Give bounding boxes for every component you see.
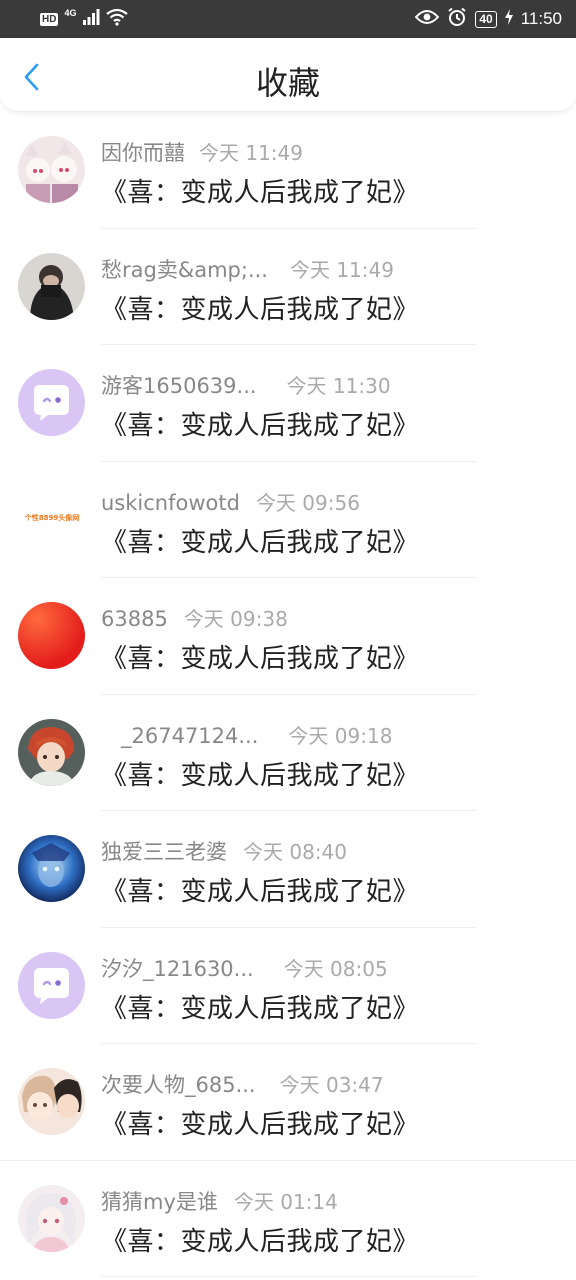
list-item[interactable]: 独爱三三老婆 今天 08:40 《喜：变成人后我成了妃》 xyxy=(0,811,576,928)
username: 游客1650639... xyxy=(101,374,257,398)
user-avatar[interactable]: 个性8899头像网 xyxy=(18,485,85,553)
item-title: 《喜：变成人后我成了妃》 xyxy=(101,993,420,1024)
chat-bubble-icon xyxy=(18,369,85,436)
item-title: 《喜：变成人后我成了妃》 xyxy=(101,294,420,325)
username: 独爱三三老婆 xyxy=(101,840,227,864)
username: 汐汐_121630... xyxy=(101,956,254,981)
user-avatar[interactable] xyxy=(18,136,85,203)
user-avatar[interactable] xyxy=(18,252,85,320)
status-right: 40 11:50 xyxy=(415,7,562,31)
user-avatar[interactable] xyxy=(18,602,85,669)
username: uskicnfowotd xyxy=(101,490,240,515)
timestamp: 今天 03:47 xyxy=(279,1073,384,1097)
list-item[interactable]: 愁rag卖&amp;... 今天 11:49 《喜：变成人后我成了妃》 xyxy=(0,229,576,345)
timestamp: 今天 09:18 xyxy=(288,723,393,748)
timestamp: 今天 08:05 xyxy=(283,956,388,981)
user-avatar[interactable] xyxy=(18,1184,85,1252)
item-title: 《喜：变成人后我成了妃》 xyxy=(101,760,420,791)
signal-icon xyxy=(82,9,100,29)
username: 愁rag卖&amp;... xyxy=(101,257,268,282)
list-item[interactable]: 汐汐_121630... 今天 08:05 《喜：变成人后我成了妃》 xyxy=(0,928,576,1044)
alarm-icon xyxy=(447,7,467,31)
status-time: 11:50 xyxy=(520,9,562,28)
list-item[interactable]: 个性8899头像网 uskicnfowotd 今天 09:56 《喜：变成人后我… xyxy=(0,462,576,578)
charging-icon xyxy=(504,9,513,29)
battery-indicator: 40 xyxy=(475,10,497,28)
username: 次要人物_685... xyxy=(101,1073,256,1097)
list-item[interactable]: 猜猜my是谁 今天 01:14 《喜：变成人后我成了妃》 xyxy=(0,1161,576,1277)
avatar-logo-text: 个性8899头像网 xyxy=(24,513,80,522)
item-title: 《喜：变成人后我成了妃》 xyxy=(101,527,420,558)
item-title: 《喜：变成人后我成了妃》 xyxy=(101,877,420,907)
list-item[interactable]: 游客1650639... 今天 11:30 《喜：变成人后我成了妃》 xyxy=(0,345,576,462)
favorites-list: 因你而囍 今天 11:49 《喜：变成人后我成了妃》 愁rag卖&amp;...… xyxy=(0,112,576,1277)
divider xyxy=(101,1276,476,1277)
user-avatar[interactable] xyxy=(18,835,85,902)
status-left: HD 4G xyxy=(40,7,129,30)
item-title: 《喜：变成人后我成了妃》 xyxy=(101,178,420,208)
user-avatar[interactable] xyxy=(18,369,85,436)
username: 因你而囍 xyxy=(101,141,185,165)
item-title: 《喜：变成人后我成了妃》 xyxy=(101,411,420,441)
item-title: 《喜：变成人后我成了妃》 xyxy=(101,644,420,674)
timestamp: 今天 09:56 xyxy=(255,490,360,515)
username: _26747124... xyxy=(121,723,259,748)
user-avatar[interactable] xyxy=(18,951,85,1019)
hd-icon: HD xyxy=(40,12,59,26)
page-title: 收藏 xyxy=(255,64,320,102)
username: 63885 xyxy=(101,607,168,631)
timestamp: 今天 08:40 xyxy=(243,840,347,864)
app-header: 收藏 xyxy=(0,38,576,112)
chat-bubble-icon xyxy=(18,951,85,1019)
item-title: 《喜：变成人后我成了妃》 xyxy=(101,1226,420,1257)
status-bar: HD 4G 40 11:50 xyxy=(0,0,576,38)
item-title: 《喜：变成人后我成了妃》 xyxy=(101,1110,420,1140)
timestamp: 今天 11:30 xyxy=(286,374,391,398)
list-item[interactable]: 次要人物_685... 今天 03:47 《喜：变成人后我成了妃》 xyxy=(0,1044,576,1161)
user-avatar[interactable] xyxy=(18,718,85,786)
list-item[interactable]: 63885 今天 09:38 《喜：变成人后我成了妃》 xyxy=(0,578,576,695)
username: 猜猜my是谁 xyxy=(101,1189,218,1214)
timestamp: 今天 09:38 xyxy=(183,607,288,631)
timestamp: 今天 11:49 xyxy=(289,257,394,282)
user-avatar[interactable] xyxy=(18,1068,85,1135)
eye-icon xyxy=(415,9,440,29)
timestamp: 今天 11:49 xyxy=(199,141,303,165)
timestamp: 今天 01:14 xyxy=(233,1189,338,1214)
list-item[interactable]: 因你而囍 今天 11:49 《喜：变成人后我成了妃》 xyxy=(0,112,576,229)
wifi-icon xyxy=(106,8,129,30)
list-item[interactable]: _26747124... 今天 09:18 《喜：变成人后我成了妃》 xyxy=(0,695,576,811)
network-type-label: 4G xyxy=(64,7,77,18)
